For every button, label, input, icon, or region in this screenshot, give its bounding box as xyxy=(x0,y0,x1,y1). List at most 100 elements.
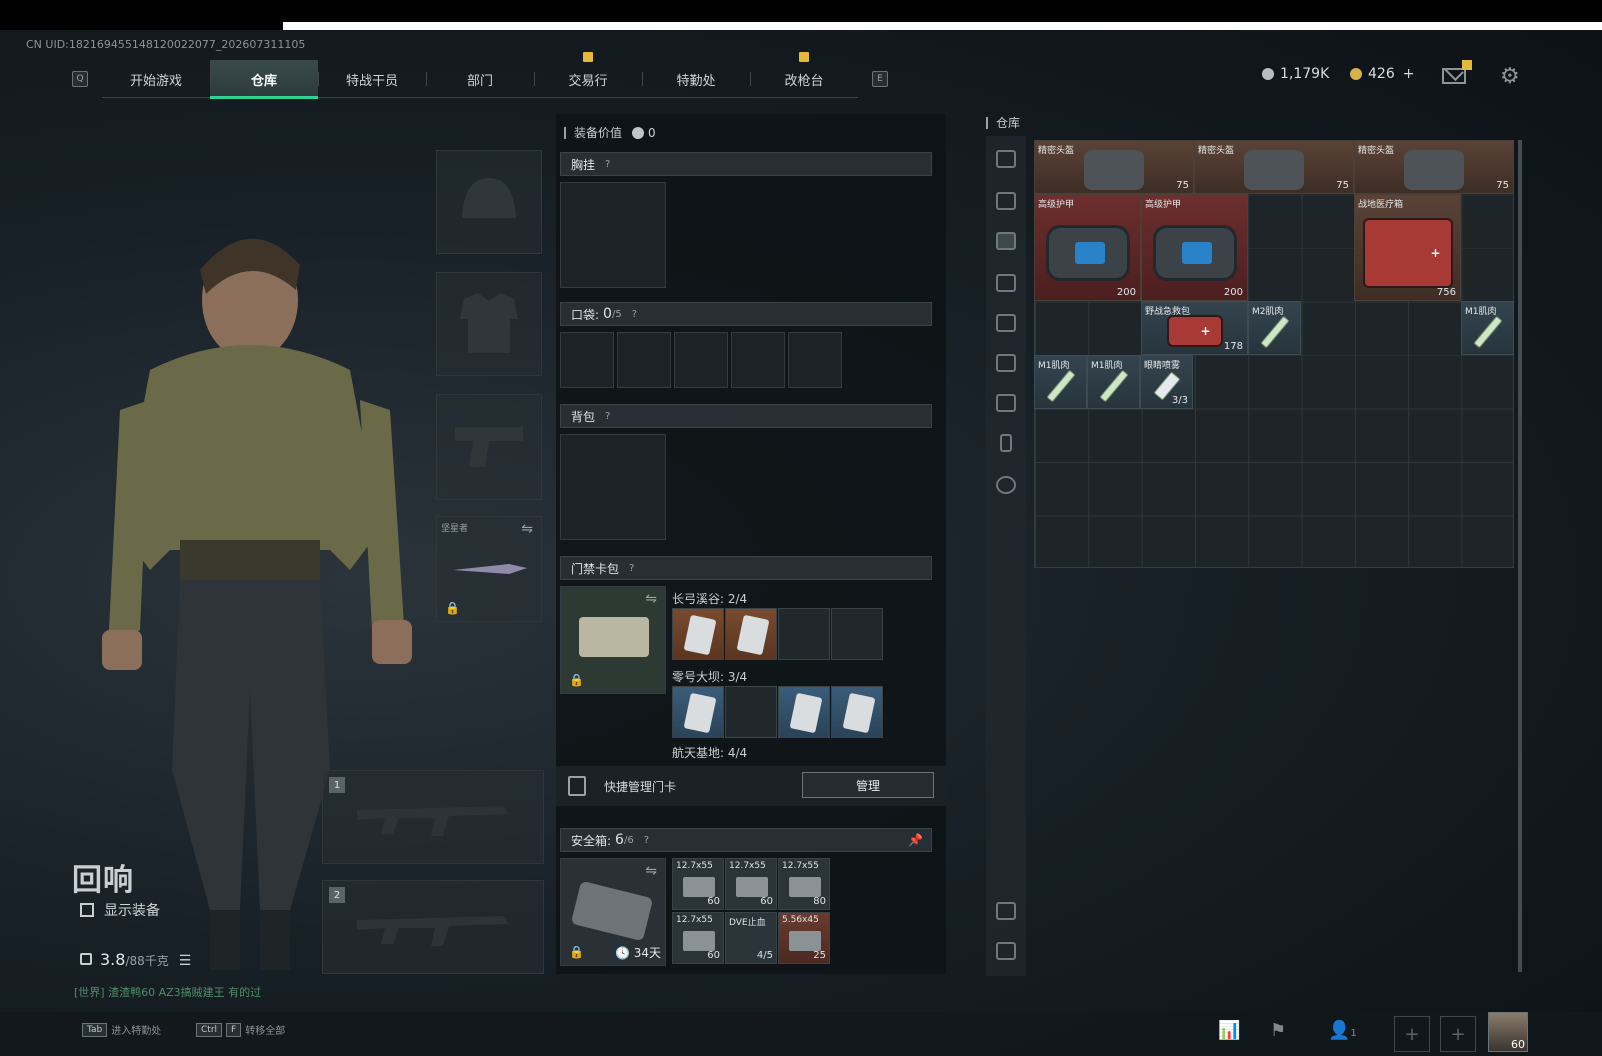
help-icon[interactable]: ? xyxy=(644,835,649,846)
backpack-slot[interactable] xyxy=(560,434,666,540)
warehouse-item-syringe[interactable]: M1肌肉 xyxy=(1087,355,1140,409)
safe-box-slot[interactable]: ⇋ 🔒 🕓 34天 xyxy=(560,858,666,966)
swap-icon[interactable]: ⇋ xyxy=(645,863,657,879)
warehouse-item-helmet-bag[interactable]: 精密头盔 75 xyxy=(1034,140,1194,194)
world-chat-line[interactable]: [世界] 渣渣鸭60 AZ3搞贼建王 有的过 xyxy=(74,984,261,1000)
category-ammo-icon[interactable] xyxy=(996,274,1016,292)
armor-slot[interactable] xyxy=(436,272,542,376)
list-icon[interactable]: ☰ xyxy=(179,953,192,969)
help-icon[interactable]: ? xyxy=(632,309,637,320)
keycard-cell[interactable] xyxy=(831,686,883,738)
chest-rig-label: 胸挂 xyxy=(571,157,596,172)
safe-item[interactable]: DVE止血 4/5 xyxy=(725,912,777,964)
safe-item[interactable]: 5.56x45 25 xyxy=(778,912,830,964)
hint-label: 进入特勤处 xyxy=(111,1026,162,1037)
nav-prev-key[interactable]: Q xyxy=(72,71,88,87)
chest-rig-slot[interactable] xyxy=(560,182,666,288)
keycard-cell[interactable] xyxy=(725,686,777,738)
warehouse-item-syringe[interactable]: M1肌肉 xyxy=(1034,355,1087,409)
warehouse-item-armor[interactable]: 高级护甲 200 xyxy=(1034,194,1141,301)
pistol-slot[interactable] xyxy=(436,394,542,500)
main-nav: Q 开始游戏 仓库 特战干员 部门 交易行 特勤处 改枪台 E xyxy=(72,52,898,99)
warehouse-item-helmet-bag[interactable]: 精密头盔 75 xyxy=(1354,140,1514,194)
warehouse-item-spray[interactable]: 眼睛喷雾 3/3 xyxy=(1140,355,1193,409)
warehouse-scrollbar[interactable] xyxy=(1518,140,1522,972)
add-teammate-button[interactable]: + xyxy=(1440,1016,1476,1052)
keycard-cell[interactable] xyxy=(672,686,724,738)
helmet-slot[interactable] xyxy=(436,150,542,254)
help-icon[interactable]: ? xyxy=(605,159,610,170)
warehouse-item-medkit[interactable]: 战地医疗箱 756 xyxy=(1354,194,1461,301)
swap-icon[interactable]: ⇋ xyxy=(645,591,657,607)
rifle-placeholder-icon xyxy=(357,806,509,836)
sort-icon[interactable] xyxy=(996,942,1016,960)
keycard-cell[interactable] xyxy=(672,608,724,660)
silver-currency[interactable]: 1,179K xyxy=(1262,66,1329,82)
category-lock-icon[interactable] xyxy=(1000,434,1012,452)
pocket-slot[interactable] xyxy=(560,332,614,388)
help-icon[interactable]: ? xyxy=(629,563,634,574)
pocket-slot[interactable] xyxy=(617,332,671,388)
keycard-case-slot[interactable]: ⇋ 🔒 xyxy=(560,586,666,694)
tab-operators[interactable]: 特战干员 xyxy=(318,60,426,98)
mail-icon[interactable] xyxy=(1442,68,1466,84)
category-weapons-icon[interactable] xyxy=(996,192,1016,210)
tab-start-game[interactable]: 开始游戏 xyxy=(102,60,210,98)
friends-icon[interactable]: 👤1 xyxy=(1328,1020,1357,1041)
category-keys-icon[interactable] xyxy=(996,354,1016,372)
pin-icon[interactable]: 📌 xyxy=(908,833,923,847)
quick-keycard-row: 快捷管理门卡 管理 xyxy=(556,766,946,806)
pocket-slot[interactable] xyxy=(788,332,842,388)
keycard-cell[interactable] xyxy=(778,608,830,660)
ammo-icon xyxy=(789,877,821,897)
gold-add-button[interactable]: + xyxy=(1403,66,1415,82)
hint-transfer-all[interactable]: Ctrl F 转移全部 xyxy=(196,1022,285,1037)
warehouse-item-syringe[interactable]: M1肌肉 xyxy=(1461,301,1514,355)
swap-icon[interactable]: ⇋ xyxy=(521,521,533,537)
hint-special-ops[interactable]: Tab 进入特勤处 xyxy=(82,1022,161,1037)
category-settings-icon[interactable] xyxy=(996,476,1016,494)
keycard-cell[interactable] xyxy=(831,608,883,660)
pistol-placeholder-icon xyxy=(455,427,523,467)
warehouse-item-helmet-bag[interactable]: 精密头盔 75 xyxy=(1194,140,1354,194)
pocket-slot[interactable] xyxy=(674,332,728,388)
tab-warehouse[interactable]: 仓库 xyxy=(210,60,318,99)
syringe-icon xyxy=(1098,369,1129,403)
tab-gunsmith[interactable]: 改枪台 xyxy=(750,52,858,98)
manage-button[interactable]: 管理 xyxy=(802,772,934,798)
category-all-icon[interactable] xyxy=(996,150,1016,168)
show-gear-toggle[interactable]: 显示装备 xyxy=(80,900,160,920)
warehouse-item-first-aid[interactable]: 野战急救包 178 xyxy=(1141,301,1248,355)
help-icon[interactable]: ? xyxy=(605,411,610,422)
tab-trade[interactable]: 交易行 xyxy=(534,52,642,98)
nav-next-key[interactable]: E xyxy=(872,71,888,87)
melee-slot[interactable]: 坚星者 ⇋ 🔒 xyxy=(436,516,542,622)
keycard-case-icon xyxy=(579,617,649,657)
category-gear-icon[interactable] xyxy=(996,232,1016,250)
tab-department[interactable]: 部门 xyxy=(426,60,534,98)
safe-item[interactable]: 12.7x55 60 xyxy=(672,858,724,910)
safe-item[interactable]: 12.7x55 80 xyxy=(778,858,830,910)
item-name: M1肌肉 xyxy=(1465,307,1497,317)
keycard-cell[interactable] xyxy=(725,608,777,660)
primary-weapon-slot-2[interactable]: 2 xyxy=(322,880,544,974)
warehouse-item-syringe[interactable]: M2肌肉 xyxy=(1248,301,1301,355)
category-loot-icon[interactable] xyxy=(996,394,1016,412)
key-hint: Ctrl xyxy=(196,1022,223,1037)
warehouse-item-armor[interactable]: 高级护甲 200 xyxy=(1141,194,1248,301)
add-teammate-button[interactable]: + xyxy=(1394,1016,1430,1052)
stats-chart-icon[interactable]: 📊 xyxy=(1218,1020,1240,1041)
settings-gear-icon[interactable]: ⚙ xyxy=(1500,64,1520,89)
player-avatar[interactable]: 60 xyxy=(1488,1012,1528,1052)
flag-icon[interactable]: ⚑ xyxy=(1270,1020,1286,1041)
layers-icon[interactable] xyxy=(996,902,1016,920)
safe-item[interactable]: 12.7x55 60 xyxy=(725,858,777,910)
gold-currency[interactable]: 426 + xyxy=(1350,66,1414,82)
primary-weapon-slot-1[interactable]: 1 xyxy=(322,770,544,864)
safe-item[interactable]: 12.7x55 60 xyxy=(672,912,724,964)
keycard-cell[interactable] xyxy=(778,686,830,738)
pocket-slot[interactable] xyxy=(731,332,785,388)
category-medical-icon[interactable] xyxy=(996,314,1016,332)
tab-special-ops[interactable]: 特勤处 xyxy=(642,60,750,98)
show-gear-checkbox[interactable] xyxy=(80,903,94,917)
